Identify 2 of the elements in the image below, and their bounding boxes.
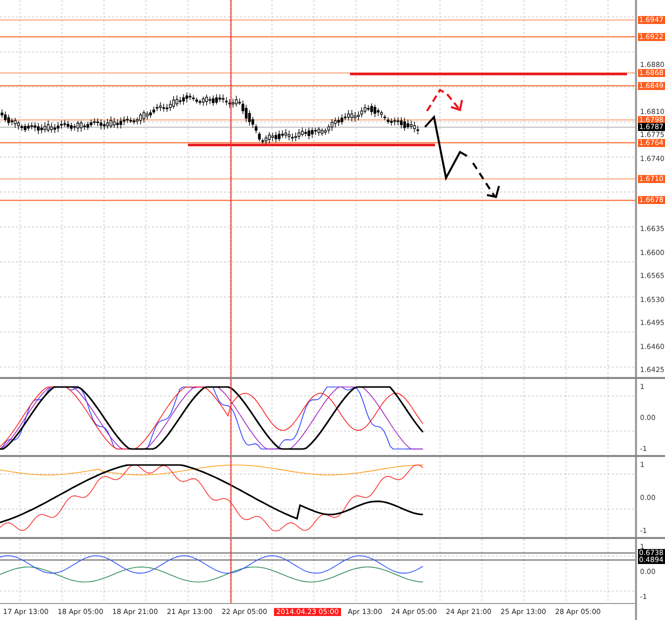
time-cursor-line <box>230 539 232 603</box>
alternative-arrow-drawing <box>426 88 463 112</box>
